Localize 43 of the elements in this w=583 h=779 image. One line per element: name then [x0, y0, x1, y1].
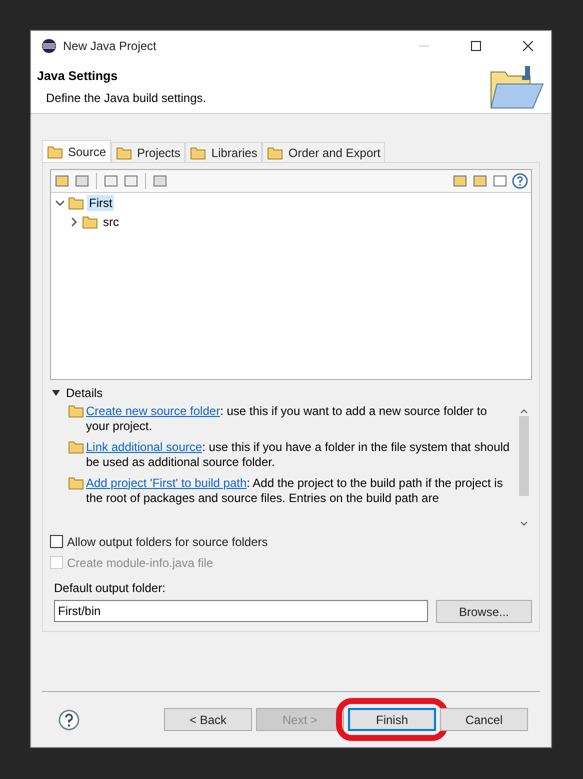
detail-text: Create new source folder: use this if you want to add a new source folder to your project. — [86, 404, 488, 434]
details-toggle[interactable]: Details — [50, 382, 532, 404]
tab[interactable]: Projects — [111, 142, 186, 162]
detail-link[interactable]: Add project 'First' to build path — [86, 476, 247, 490]
tab[interactable]: Order and Export — [262, 142, 386, 162]
dialog-button[interactable]: < Back — [164, 708, 252, 731]
tab[interactable]: Source — [42, 140, 112, 162]
tab[interactable]: Libraries — [185, 142, 262, 162]
folder-icon — [68, 476, 84, 490]
folder-icon — [68, 440, 84, 454]
detail-link[interactable]: Link additional source — [86, 440, 202, 454]
detail-text: Add project 'First' to build path: Add the project to the build path if the project is the root of packages and source files. Entries on the build path are — [86, 476, 504, 506]
dialog-button[interactable]: Finish — [348, 708, 436, 731]
app-icon — [41, 38, 57, 54]
folder-icon — [68, 404, 84, 418]
scroll-down-icon[interactable] — [520, 521, 528, 528]
detail-text: Link additional source: use this if you have a folder in the file system that should be used as additional source folder. — [86, 440, 510, 470]
close-icon — [523, 41, 533, 51]
folder-icon — [82, 214, 98, 228]
scroll-up-icon[interactable] — [520, 408, 528, 414]
help-icon[interactable] — [512, 173, 528, 189]
field-label: Default output folder: — [54, 581, 166, 595]
tree-item[interactable]: src — [101, 214, 121, 230]
dialog-button[interactable]: Cancel — [440, 708, 528, 731]
chevron-right-icon[interactable] — [69, 216, 79, 226]
tab-icon — [116, 146, 132, 160]
tab-icon — [267, 146, 284, 160]
maximize-icon — [471, 41, 481, 51]
folder-icon — [68, 196, 84, 210]
page-title: Java Settings — [37, 69, 119, 83]
checkbox[interactable] — [50, 535, 63, 548]
window-title: New Java Project — [63, 39, 158, 53]
checkbox-label[interactable]: Allow output folders for source folders — [50, 531, 532, 552]
tab-icon — [190, 146, 206, 160]
browse-button[interactable]: Browse... — [436, 600, 532, 623]
chevron-down-icon[interactable] — [55, 198, 65, 208]
detail-link[interactable]: Create new source folder — [86, 404, 220, 418]
tab-icon — [47, 144, 63, 158]
page-description: Define the Java build settings. — [45, 91, 208, 105]
tree-item[interactable]: First — [87, 194, 114, 210]
triangle-icon — [52, 390, 60, 396]
help-icon[interactable] — [58, 708, 80, 730]
output-folder-field[interactable]: First/bin — [54, 600, 428, 622]
